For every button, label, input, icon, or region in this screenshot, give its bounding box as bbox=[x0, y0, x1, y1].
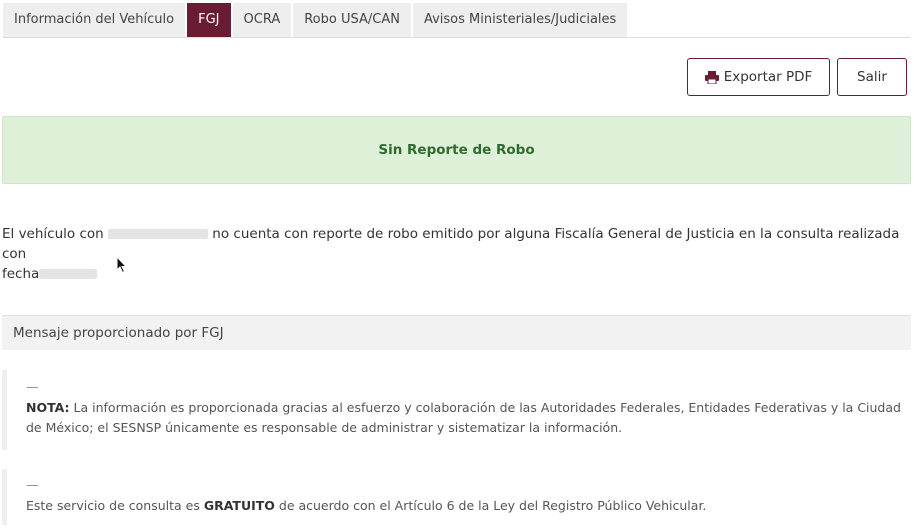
note-bold: NOTA: bbox=[26, 400, 70, 415]
export-pdf-button[interactable]: Exportar PDF bbox=[687, 58, 830, 96]
note-dash: — bbox=[26, 379, 39, 394]
tab-avisos[interactable]: Avisos Ministeriales/Judiciales bbox=[412, 3, 628, 37]
printer-icon bbox=[704, 70, 719, 84]
exit-button[interactable]: Salir bbox=[837, 58, 907, 96]
description-date-label: fecha bbox=[2, 266, 40, 282]
message-header: Mensaje proporcionado por FGJ bbox=[2, 315, 911, 350]
status-alert-text: Sin Reporte de Robo bbox=[378, 142, 535, 158]
note-body: Este servicio de consulta es GRATUITO de… bbox=[26, 496, 911, 516]
note-text-after: de acuerdo con el Artículo 6 de la Ley d… bbox=[274, 498, 707, 513]
export-pdf-label: Exportar PDF bbox=[723, 69, 813, 85]
tab-bar: Información del Vehículo FGJ OCRA Robo U… bbox=[3, 3, 910, 38]
note-bold: GRATUITO bbox=[203, 498, 275, 513]
message-header-label: Mensaje proporcionado por FGJ bbox=[13, 325, 224, 341]
disclaimer-note: — NOTA: La información es proporcionada … bbox=[2, 370, 911, 450]
mouse-pointer-icon bbox=[116, 256, 128, 274]
note-text: La información es proporcionada gracias … bbox=[26, 400, 901, 435]
redacted-date bbox=[39, 269, 98, 279]
description-prefix: El vehículo con bbox=[2, 226, 104, 242]
tab-vehicle-info[interactable]: Información del Vehículo bbox=[3, 3, 186, 37]
tab-ocra[interactable]: OCRA bbox=[232, 3, 292, 37]
status-alert: Sin Reporte de Robo bbox=[2, 116, 911, 184]
note-text-before: Este servicio de consulta es bbox=[26, 498, 204, 513]
note-dash: — bbox=[26, 477, 39, 492]
tab-robo-usa-can[interactable]: Robo USA/CAN bbox=[293, 3, 411, 37]
tab-fgj[interactable]: FGJ bbox=[187, 3, 231, 37]
redacted-vin bbox=[108, 229, 208, 239]
result-description: El vehículo con no cuenta con reporte de… bbox=[2, 224, 902, 284]
free-service-note: — Este servicio de consulta es GRATUITO … bbox=[2, 469, 911, 525]
exit-label: Salir bbox=[857, 69, 887, 85]
note-body: NOTA: La información es proporcionada gr… bbox=[26, 398, 911, 438]
